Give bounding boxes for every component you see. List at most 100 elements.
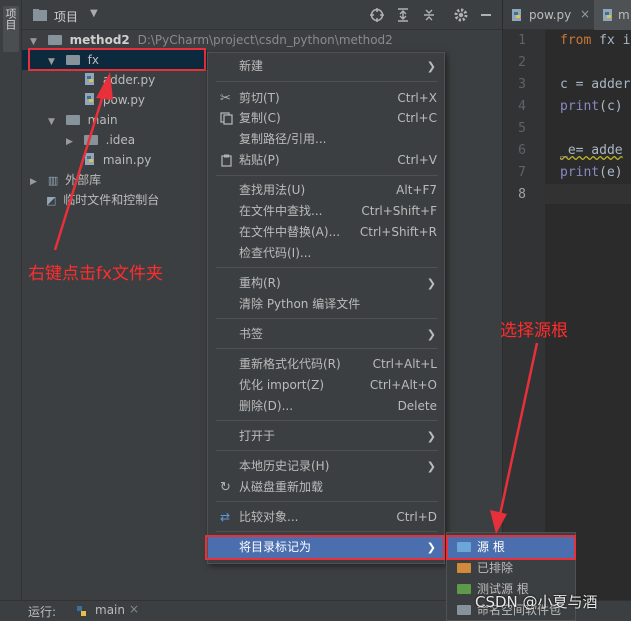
menu-item-optimize-imports[interactable]: 优化 import(Z) Ctrl+Alt+O [208, 375, 444, 396]
project-toolbar-title[interactable]: 项目 [54, 8, 78, 25]
menu-item-copy-path[interactable]: 复制路径/引用... [208, 129, 444, 150]
menu-separator [216, 531, 438, 532]
menu-item-local-history[interactable]: 本地历史记录(H) ❯ [208, 456, 444, 477]
menu-item-delete[interactable]: 删除(D)... Delete [208, 396, 444, 417]
python-file-icon [85, 73, 94, 85]
code-line-3: c = adder [560, 77, 631, 92]
editor-tab-bar: pow.py × m [503, 0, 631, 30]
chevron-down-icon[interactable]: ▼ [90, 8, 98, 19]
python-file-icon [85, 93, 94, 105]
editor-tab-active[interactable]: m [594, 0, 631, 30]
namespace-folder-icon [457, 605, 471, 615]
collapse-arrow-icon[interactable]: ▶ [30, 172, 40, 192]
submenu-arrow-icon: ❯ [426, 460, 436, 473]
tree-item-label: main.py [102, 153, 152, 167]
project-tool-tab-label: 项目 [4, 8, 17, 30]
folder-icon [47, 35, 62, 45]
code-line-4: print(c) [560, 99, 623, 114]
run-label: 运行: [28, 605, 57, 619]
menu-item-copy[interactable]: 复制(C) Ctrl+C [208, 108, 444, 129]
submenu-arrow-icon: ❯ [426, 277, 436, 290]
menu-item-find-usages[interactable]: 查找用法(U) Alt+F7 [208, 180, 444, 201]
close-icon[interactable]: × [129, 602, 139, 616]
current-line-highlight [545, 184, 631, 204]
excluded-folder-icon [457, 563, 471, 573]
line-number: 5 [518, 121, 526, 136]
menu-item-find-in-files[interactable]: 在文件中查找... Ctrl+Shift+F [208, 201, 444, 222]
submenu-arrow-icon: ❯ [426, 60, 436, 73]
menu-item-bookmarks[interactable]: 书签 ❯ [208, 324, 444, 345]
python-file-icon [512, 9, 521, 21]
menu-separator [216, 267, 438, 268]
project-view-icon [33, 9, 47, 21]
paste-icon [221, 154, 232, 167]
line-number: 4 [518, 99, 526, 114]
line-number: 7 [518, 165, 526, 180]
tree-item-label: adder.py [102, 73, 156, 87]
python-file-icon [603, 9, 612, 21]
watermark: CSDN @小夏与酒 [475, 593, 598, 611]
line-number: 8 [518, 187, 526, 202]
scissors-icon: ✂ [220, 91, 231, 106]
collapse-all-icon[interactable] [421, 7, 437, 23]
menu-separator [216, 420, 438, 421]
close-icon[interactable]: × [580, 7, 590, 21]
tree-item-label: .idea [105, 133, 136, 147]
left-tool-strip [0, 0, 22, 621]
menu-separator [216, 318, 438, 319]
run-tab-main[interactable]: main [95, 603, 125, 617]
editor-tab-pow[interactable]: pow.py [529, 8, 571, 22]
menu-item-open-in[interactable]: 打开于 ❯ [208, 426, 444, 447]
expand-arrow-icon[interactable]: ▼ [48, 112, 58, 132]
menu-item-inspect-code[interactable]: 检查代码(I)... [208, 243, 444, 264]
tree-item-method2[interactable]: ▼ method2 D:\PyCharm\project\csdn_python… [22, 30, 502, 50]
menu-item-cut[interactable]: ✂ 剪切(T) Ctrl+X [208, 88, 444, 109]
hide-panel-icon[interactable] [478, 7, 494, 23]
menu-item-reload-from-disk[interactable]: ↻ 从磁盘重新加载 [208, 477, 444, 498]
annotation-box-sources-root [446, 535, 576, 560]
library-icon: ▥ [47, 174, 59, 187]
code-line-1: from fx i [560, 33, 631, 48]
editor-gutter [503, 30, 545, 600]
line-number: 2 [518, 55, 526, 70]
folder-icon [65, 115, 80, 125]
copy-icon [220, 112, 233, 125]
menu-item-clean-python[interactable]: 清除 Python 编译文件 [208, 294, 444, 315]
annotation-choose-root: 选择源根 [500, 321, 568, 341]
menu-item-reformat[interactable]: 重新格式化代码(R) Ctrl+Alt+L [208, 354, 444, 375]
menu-item-new[interactable]: 新建 ❯ [208, 56, 444, 77]
menu-item-paste[interactable]: 粘贴(P) Ctrl+V [208, 150, 444, 171]
refresh-icon: ↻ [220, 480, 231, 495]
menu-separator [216, 81, 438, 82]
tree-item-label: 临时文件和控制台 [63, 193, 160, 207]
tree-item-label: main [87, 113, 118, 127]
locate-icon[interactable] [369, 7, 385, 23]
menu-separator [216, 501, 438, 502]
tree-item-path: D:\PyCharm\project\csdn_python\method2 [137, 33, 393, 47]
scratch-icon: ◩ [46, 194, 57, 207]
expand-all-icon[interactable] [395, 7, 411, 23]
test-folder-icon [457, 584, 471, 594]
line-number: 3 [518, 77, 526, 92]
menu-separator [216, 175, 438, 176]
code-line-6: _e= adde [560, 143, 623, 158]
annotation-box-fx [28, 48, 206, 71]
collapse-arrow-icon[interactable]: ▶ [66, 132, 76, 152]
python-file-icon [85, 153, 94, 165]
menu-item-replace-in-files[interactable]: 在文件中替换(A)... Ctrl+Shift+R [208, 222, 444, 243]
line-number: 1 [518, 33, 526, 48]
python-icon [77, 606, 86, 616]
line-number: 6 [518, 143, 526, 158]
submenu-arrow-icon: ❯ [426, 328, 436, 341]
tree-item-label: 外部库 [65, 173, 102, 187]
code-area[interactable] [545, 30, 631, 600]
tree-item-label: method2 [69, 33, 130, 47]
annotation-box-mark-dir [205, 535, 445, 560]
menu-item-refactor[interactable]: 重构(R) ❯ [208, 273, 444, 294]
submenu-arrow-icon: ❯ [426, 430, 436, 443]
submenu-item-excluded[interactable]: 已排除 [447, 558, 575, 579]
menu-item-compare-with[interactable]: ⇄ 比较对象... Ctrl+D [208, 507, 444, 528]
annotation-right-click: 右键点击fx文件夹 [28, 264, 164, 284]
gear-icon[interactable] [453, 7, 469, 23]
compare-arrows-icon: ⇄ [220, 510, 231, 524]
